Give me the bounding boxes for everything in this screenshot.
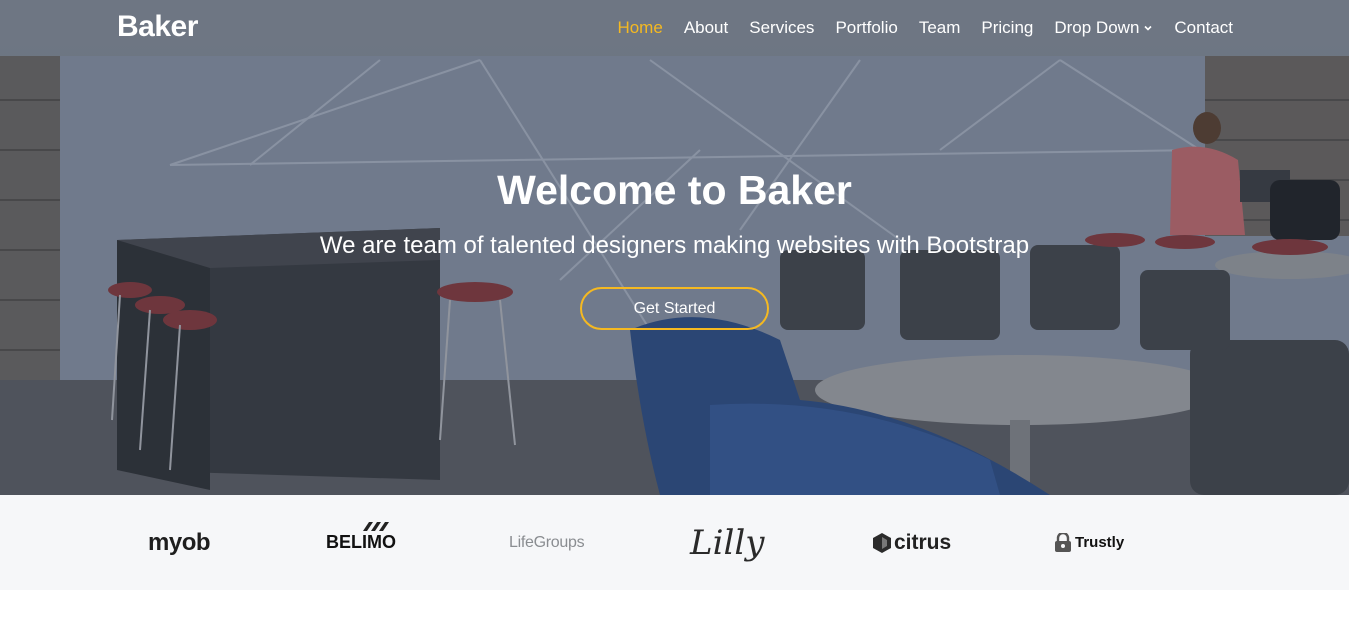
site-logo[interactable]: Baker	[117, 10, 198, 44]
chevron-down-icon	[1144, 25, 1152, 31]
nav-item-home[interactable]: Home	[617, 18, 662, 38]
main-nav: Home About Services Portfolio Team Prici…	[596, 0, 1233, 56]
nav-item-drop-down[interactable]: Drop Down	[1054, 18, 1153, 38]
client-logo-belimo: BELIMO	[326, 495, 396, 590]
hero-subtitle: We are team of talented designers making…	[319, 232, 1030, 259]
site-header: Baker Home About Services Portfolio Team…	[0, 0, 1349, 56]
hero-section: Welcome to Baker We are team of talented…	[0, 0, 1349, 495]
citrus-mark-icon	[873, 532, 891, 553]
clients-section: myob BELIMO LifeGroups Lilly citrus Trus…	[0, 495, 1349, 590]
client-logo-trustly: Trustly	[1054, 495, 1124, 590]
client-logo-lilly-text: Lilly	[690, 522, 765, 563]
client-logo-lilly: Lilly	[690, 495, 764, 590]
nav-item-drop-down-label: Drop Down	[1054, 18, 1140, 37]
client-logo-myob: myob	[148, 495, 211, 590]
nav-item-about[interactable]: About	[684, 18, 728, 38]
client-logo-citrus: citrus	[873, 495, 951, 590]
hero-title: Welcome to Baker	[497, 167, 852, 213]
client-logo-lifegroups: LifeGroups	[509, 495, 585, 590]
belimo-mark-icon	[363, 522, 389, 531]
nav-item-team[interactable]: Team	[919, 18, 961, 38]
client-logo-citrus-text: citrus	[894, 530, 952, 554]
client-logo-myob-text: myob	[148, 528, 211, 556]
client-logo-belimo-text: BELIMO	[326, 532, 396, 552]
nav-item-pricing[interactable]: Pricing	[981, 18, 1033, 38]
get-started-button[interactable]: Get Started	[580, 287, 769, 330]
nav-item-contact[interactable]: Contact	[1174, 18, 1233, 38]
nav-item-portfolio[interactable]: Portfolio	[835, 18, 897, 38]
client-logo-lifegroups-text: LifeGroups	[509, 533, 585, 551]
client-logo-trustly-text: Trustly	[1075, 534, 1125, 551]
trustly-lock-icon	[1055, 532, 1071, 552]
nav-item-services[interactable]: Services	[749, 18, 814, 38]
hero-content: Welcome to Baker We are team of talented…	[0, 0, 1349, 495]
